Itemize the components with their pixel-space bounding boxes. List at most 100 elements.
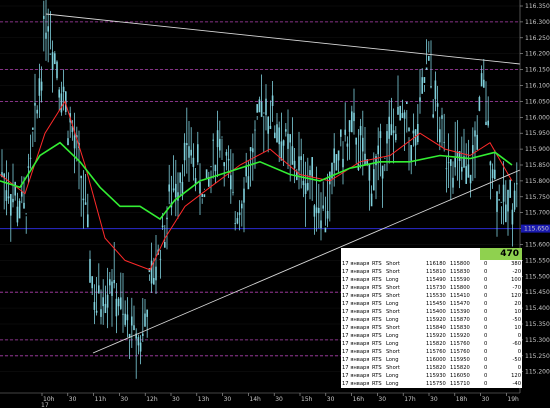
trade-zero: 0 — [484, 333, 488, 339]
trade-row: 17 января RTS Short 115840 115830 0 10 — [341, 324, 522, 332]
trade-pnl: 10 — [514, 309, 521, 315]
trade-exit-price: 115710 — [450, 381, 470, 387]
candle-body — [82, 198, 85, 201]
time-tick-label: 16h — [353, 396, 365, 403]
price-tick-label: 116.250 — [525, 35, 550, 42]
price-tick-label: 115.250 — [525, 353, 550, 360]
trade-exit-price: 115830 — [450, 325, 470, 331]
candle-body — [419, 97, 421, 102]
candle-body — [10, 194, 12, 216]
trade-pnl: -20 — [512, 269, 521, 275]
trade-zero: 0 — [484, 365, 488, 371]
candle-body — [23, 202, 25, 209]
candle-body — [236, 218, 239, 224]
candle-body — [351, 111, 353, 133]
candle-body — [43, 15, 45, 19]
trade-date: 17 января — [342, 261, 370, 267]
trade-zero: 0 — [484, 317, 488, 323]
candle-body — [375, 156, 377, 166]
candle-body — [159, 258, 162, 260]
trade-exit-price: 115760 — [450, 349, 470, 355]
trade-entry-price: 115840 — [426, 325, 446, 331]
candle-body — [450, 159, 452, 166]
candle-body — [335, 154, 338, 171]
price-tick-label: 116.000 — [525, 114, 550, 121]
trade-side: Short — [386, 365, 400, 371]
candle-body — [399, 105, 401, 121]
candle-body — [144, 313, 146, 327]
candle-body — [113, 280, 115, 284]
candle-body — [95, 310, 98, 313]
candle-body — [190, 149, 192, 156]
candle-body — [243, 188, 245, 203]
trade-row: 17 января RTS Long 115820 115760 0 -60 — [341, 340, 522, 348]
candle-body — [5, 190, 8, 201]
candle-body — [516, 183, 518, 185]
candle-body — [21, 191, 23, 197]
candle-body — [260, 101, 263, 117]
trade-row: 17 января RTS Long 116000 115950 0 -50 — [341, 356, 522, 364]
candle-body — [509, 179, 511, 198]
candle-body — [256, 104, 258, 113]
trade-pnl: -70 — [512, 285, 521, 291]
candle-body — [318, 207, 320, 214]
candle-body — [102, 297, 104, 307]
candle-body — [285, 129, 287, 132]
candle-body — [333, 148, 335, 163]
trade-symbol: RTS — [372, 317, 382, 323]
candle-body — [205, 169, 208, 178]
candle-body — [307, 182, 309, 190]
candle-body — [58, 89, 60, 98]
candle-body — [216, 130, 219, 148]
trade-date: 17 января — [342, 325, 370, 331]
candle-body — [131, 316, 133, 326]
trade-zero: 0 — [484, 301, 488, 307]
candle-body — [104, 303, 107, 314]
candle-body — [175, 183, 177, 198]
candle-body — [434, 80, 437, 100]
trade-zero: 0 — [484, 277, 488, 283]
candle-body — [164, 241, 166, 248]
candle-body — [47, 26, 49, 32]
candle-body — [441, 115, 443, 119]
candle-body — [172, 188, 175, 191]
trade-side: Long — [386, 373, 399, 379]
candle-body — [223, 162, 225, 167]
trade-zero: 0 — [484, 325, 488, 331]
trade-side: Short — [386, 269, 400, 275]
candle-body — [489, 161, 492, 166]
trade-pnl: 0 — [517, 349, 521, 355]
candle-body — [40, 81, 43, 91]
price-axis: 116.350 116.300 116.250 116.200 116.150 116.1… — [519, 0, 550, 393]
trade-symbol: RTS — [372, 349, 382, 355]
trade-exit-price: 115800 — [450, 285, 470, 291]
trade-side: Long — [386, 333, 399, 339]
candle-body — [381, 165, 384, 179]
candle-body — [91, 276, 93, 289]
price-tick-label: 115.950 — [525, 130, 550, 137]
trade-entry-price: 115920 — [426, 333, 446, 339]
time-tick-label: 30 — [172, 396, 180, 403]
candle-body — [397, 106, 399, 115]
candle-body — [133, 325, 135, 331]
trade-pnl: -50 — [512, 317, 521, 323]
candle-body — [117, 298, 120, 307]
trade-pnl: 10 — [514, 325, 521, 331]
trade-row: 17 января RTS Long 115450 115470 0 20 — [341, 300, 522, 308]
candle-body — [210, 166, 212, 168]
candle-body — [84, 202, 87, 205]
candle-body — [274, 132, 276, 139]
candle-body — [245, 166, 247, 177]
trade-row: 17 января RTS Short 115730 115800 0 -70 — [341, 284, 522, 292]
candle-body — [359, 126, 362, 136]
candle-body — [513, 190, 516, 210]
candle-body — [219, 138, 221, 151]
price-tick-label: 116.150 — [525, 67, 550, 74]
trade-entry-price: 115760 — [426, 349, 446, 355]
trade-zero: 0 — [484, 309, 488, 315]
candle-body — [373, 169, 375, 191]
candle-body — [474, 130, 476, 137]
candle-body — [423, 77, 426, 83]
candle-body — [467, 164, 470, 178]
trades-table: 470 17 января RTS Short 116180 115800 0 380 17 … — [341, 248, 522, 388]
